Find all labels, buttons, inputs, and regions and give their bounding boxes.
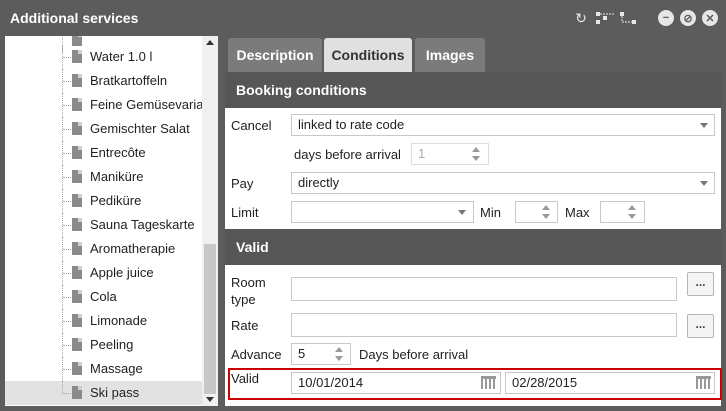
document-icon <box>72 266 82 279</box>
minimize-icon[interactable]: − <box>658 10 674 26</box>
tree-item-label: Bratkartoffeln <box>90 73 168 88</box>
chevron-down-icon <box>700 181 708 186</box>
document-icon <box>72 50 82 63</box>
document-icon <box>72 194 82 207</box>
spinner-icon[interactable] <box>471 145 481 163</box>
tree-item[interactable]: Gemischter Salat <box>5 117 202 141</box>
valid-header: Valid <box>225 229 721 265</box>
tree-item[interactable]: Massage <box>5 357 202 381</box>
tree-item[interactable]: Limonade <box>5 309 202 333</box>
tab-conditions[interactable]: Conditions <box>324 38 412 72</box>
room-type-label-line1: Room <box>231 275 266 290</box>
tree-item-label: Ski pass <box>90 385 140 400</box>
booking-conditions-header: Booking conditions <box>225 72 721 108</box>
window-title: Additional services <box>10 10 139 26</box>
document-icon <box>72 362 82 375</box>
room-type-browse-button[interactable]: ... <box>687 272 714 296</box>
refresh-icon[interactable]: ↻ <box>572 9 590 27</box>
room-type-label-line2: type <box>231 292 256 307</box>
limit-label: Limit <box>231 205 259 220</box>
tree-item-label: Pediküre <box>90 193 142 208</box>
help-icon[interactable]: ⊘ <box>680 10 696 26</box>
tree-item[interactable]: Sauna Tageskarte <box>5 213 202 237</box>
tree-item-label: Entrecôte <box>90 145 146 160</box>
tree-item-label: Peeling <box>90 337 134 352</box>
rate-label: Rate <box>231 318 259 333</box>
tree-item-label: Massage <box>90 361 143 376</box>
spinner-icon[interactable] <box>627 203 637 221</box>
tree-item[interactable]: Pediküre <box>5 189 202 213</box>
panel-scrollbar[interactable] <box>721 36 726 406</box>
tree-item[interactable]: Maniküre <box>5 165 202 189</box>
days-before-label: days before arrival <box>294 147 401 162</box>
advance-label: Advance <box>231 347 282 362</box>
spinner-icon[interactable] <box>334 345 344 363</box>
document-icon <box>72 122 82 135</box>
section-title: Valid <box>236 239 269 255</box>
max-label: Max <box>565 205 590 220</box>
tree-item-label: Apple juice <box>90 265 154 280</box>
tab-images[interactable]: Images <box>415 38 485 72</box>
tree-item-label: Aromatherapie <box>90 241 176 256</box>
scroll-thumb[interactable] <box>204 244 216 394</box>
tree-item[interactable]: Peeling <box>5 333 202 357</box>
advance-suffix: Days before arrival <box>359 347 469 362</box>
document-icon <box>72 74 82 87</box>
limit-select[interactable] <box>291 201 474 223</box>
valid-highlight-box <box>228 368 722 400</box>
tree-collapse-icon[interactable] <box>620 9 638 27</box>
close-icon[interactable]: ✕ <box>702 10 718 26</box>
document-icon <box>72 218 82 231</box>
tree-item-label: Feine Gemüsevariat <box>90 97 208 112</box>
cancel-label: Cancel <box>231 118 272 133</box>
tree-scrollbar[interactable] <box>202 36 218 406</box>
tree-item-label: Maniküre <box>90 169 144 184</box>
tree-item[interactable]: Cola <box>5 285 202 309</box>
room-type-input[interactable] <box>291 277 677 301</box>
tree-item[interactable]: Feine Gemüsevariat <box>5 93 207 117</box>
tree-item[interactable]: Entrecôte <box>5 141 202 165</box>
scroll-up-icon[interactable] <box>206 40 214 45</box>
document-icon <box>72 338 82 351</box>
rate-input[interactable] <box>291 313 677 337</box>
document-icon <box>72 386 82 399</box>
services-tree: Water 1.0 l Bratkartoffeln Feine Gemüsev… <box>5 36 218 406</box>
tree-item-label: Cola <box>90 289 117 304</box>
tree-item-selected[interactable]: Ski pass <box>5 381 202 405</box>
tab-bar: Description Conditions Images <box>225 36 721 72</box>
tree-item[interactable]: Bratkartoffeln <box>5 69 202 93</box>
title-bar: Additional services ↻ − ⊘ ✕ <box>0 0 726 36</box>
document-icon <box>72 242 82 255</box>
tree-item[interactable]: Aromatherapie <box>5 237 202 261</box>
document-icon <box>72 290 82 303</box>
tab-description[interactable]: Description <box>228 38 322 72</box>
chevron-down-icon <box>458 210 466 215</box>
additional-services-window: Additional services ↻ − ⊘ ✕ Water 1.0 l … <box>0 0 726 411</box>
tree-item-label: Limonade <box>90 313 148 328</box>
document-icon <box>72 98 82 111</box>
chevron-down-icon <box>700 123 708 128</box>
pay-label: Pay <box>231 176 254 191</box>
document-icon <box>72 146 82 159</box>
section-title: Booking conditions <box>236 82 367 98</box>
conditions-panel: Description Conditions Images Booking co… <box>225 36 721 406</box>
spinner-icon[interactable] <box>541 203 551 221</box>
min-input[interactable] <box>515 201 558 223</box>
document-icon <box>72 170 82 183</box>
tree-item[interactable]: Water 1.0 l <box>5 45 202 69</box>
rate-browse-button[interactable]: ... <box>687 314 714 338</box>
min-label: Min <box>480 205 501 220</box>
document-icon <box>72 314 82 327</box>
tree-item[interactable]: Apple juice <box>5 261 202 285</box>
cancel-select[interactable]: linked to rate code <box>291 114 715 136</box>
tree-expand-icon[interactable] <box>596 9 614 27</box>
tree-item-label: Water 1.0 l <box>90 49 153 64</box>
tree-item-label: Gemischter Salat <box>90 121 190 136</box>
tree-item-label: Sauna Tageskarte <box>90 217 195 232</box>
pay-select[interactable]: directly <box>291 172 715 194</box>
max-input[interactable] <box>600 201 645 223</box>
scroll-down-icon[interactable] <box>206 397 214 402</box>
